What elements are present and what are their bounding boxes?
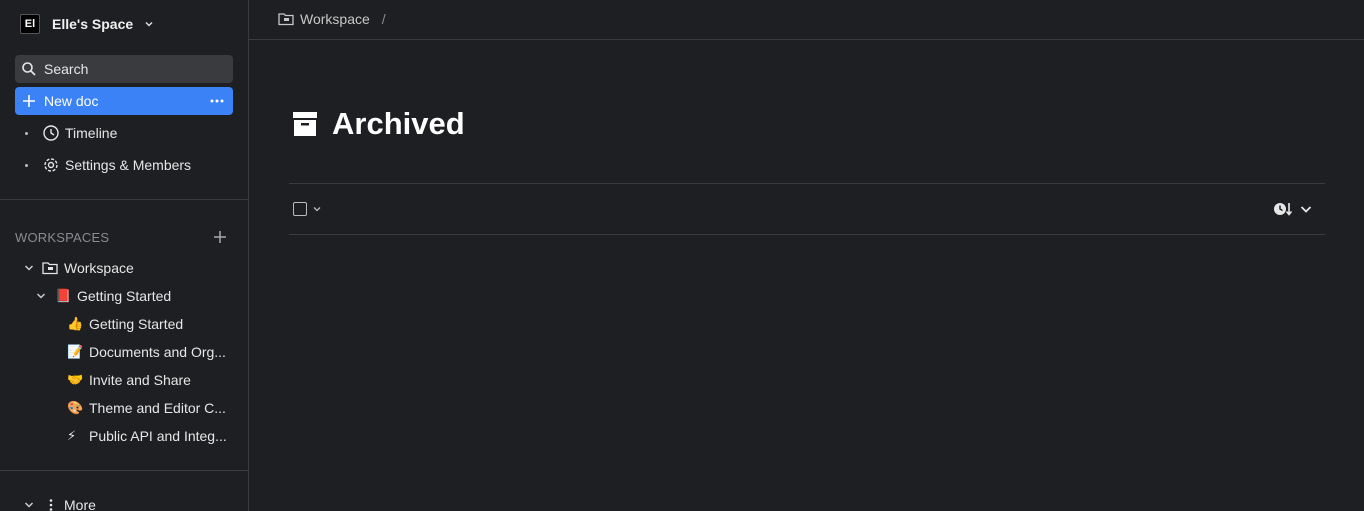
folder-icon [278,13,294,26]
search-icon [22,62,36,76]
clock-icon [43,125,59,141]
bullet-dot [25,163,28,167]
tree-item-label: Getting Started [89,316,184,332]
add-workspace-icon[interactable] [213,230,227,244]
sidebar: El Elle's Space Search New doc Timeline … [0,0,249,511]
list-divider-bottom [289,234,1325,235]
chevron-down-icon[interactable] [23,499,35,511]
memo-icon: 📝 [67,344,84,359]
tree-item-getting-started-folder[interactable]: 📕 Getting Started [35,285,171,307]
sidebar-divider [0,470,248,471]
chevron-down-icon[interactable] [23,262,35,274]
tree-item-label: Documents and Org... [89,344,226,360]
tree-item-workspace[interactable]: Workspace [23,257,134,279]
more-label: More [64,497,96,511]
sidebar-item-label: Settings & Members [65,157,192,173]
tree-item-label: Invite and Share [89,372,191,388]
folder-icon [42,262,58,275]
sort-time-icon[interactable] [1273,201,1293,217]
thumbs-up-icon: 👍 [67,316,84,331]
sidebar-item-label: Timeline [65,125,118,141]
bullet-dot [25,131,28,135]
breadcrumb-item[interactable]: Workspace [300,11,370,27]
workspaces-header: WORKSPACES [15,230,110,245]
breadcrumb: Workspace / [278,11,386,27]
new-doc-label: New doc [44,93,99,109]
sidebar-item-settings[interactable]: Settings & Members [25,153,191,177]
sort-control[interactable] [1273,201,1313,217]
more-options-icon[interactable] [209,94,225,108]
palette-icon: 🎨 [67,400,84,415]
tree-item-label: Getting Started [77,288,172,304]
tree-item-public-api[interactable]: ⚡ Public API and Integ... [67,425,227,447]
tree-item-label: Public API and Integ... [89,428,227,444]
sidebar-item-timeline[interactable]: Timeline [25,121,117,145]
handshake-icon: 🤝 [67,372,84,387]
chevron-down-icon [145,21,153,27]
sidebar-divider [0,199,248,200]
tree-item-label: Workspace [64,260,134,276]
chevron-down-icon[interactable] [312,204,322,214]
tree-item-documents[interactable]: 📝 Documents and Org... [67,341,226,363]
archive-icon [293,112,317,136]
top-bar: Workspace / [249,0,1364,40]
sidebar-more[interactable]: More [23,494,96,511]
vertical-dots-icon [49,499,53,511]
new-doc-button[interactable]: New doc [15,87,233,115]
book-icon: 📕 [55,288,72,303]
list-divider-top [289,183,1325,184]
tree-item-invite[interactable]: 🤝 Invite and Share [67,369,191,391]
select-all-checkbox[interactable] [293,202,307,216]
workspace-avatar: El [20,14,40,34]
chevron-down-icon[interactable] [1299,202,1313,216]
search-button[interactable]: Search [15,55,233,83]
search-label: Search [44,61,89,77]
page-title: Archived [292,106,465,142]
workspace-name: Elle's Space [52,16,134,32]
lightning-icon: ⚡ [67,428,77,443]
tree-item-label: Theme and Editor C... [89,400,226,416]
breadcrumb-separator: / [381,11,386,27]
workspace-switcher[interactable]: El Elle's Space [20,13,155,35]
select-all-control[interactable] [293,202,322,216]
plus-icon [23,95,35,107]
page-title-text: Archived [332,106,465,141]
tree-item-getting-started[interactable]: 👍 Getting Started [67,313,183,335]
chevron-down-icon[interactable] [35,290,47,302]
tree-item-theme[interactable]: 🎨 Theme and Editor C... [67,397,226,419]
gear-icon [44,158,58,172]
